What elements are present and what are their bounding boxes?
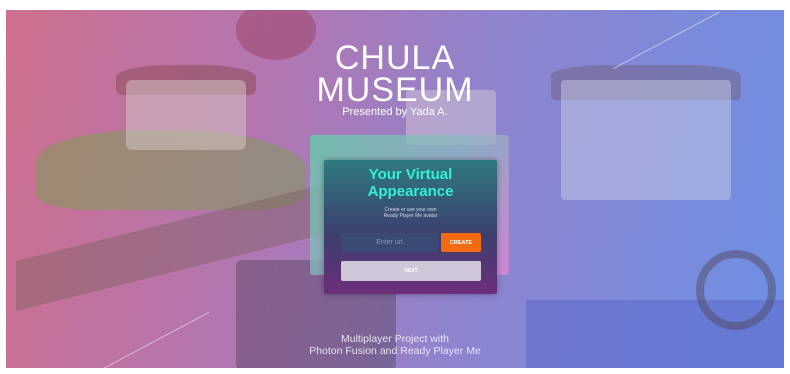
title-line-1: CHULA — [334, 39, 456, 77]
dialog-description-line-2: Ready Player Me avatar — [383, 213, 438, 219]
next-button[interactable]: NEXT — [341, 261, 481, 281]
avatar-dialog: Your Virtual Appearance Create or use yo… — [324, 160, 497, 294]
create-button[interactable]: CREATE — [441, 233, 481, 252]
water-wheel — [696, 250, 776, 330]
app-title: CHULA MUSEUM Presented by Yada A. — [6, 39, 784, 118]
dialog-heading: Your Virtual Appearance — [324, 166, 497, 200]
footer-line-1: Multiplayer Project with — [341, 333, 449, 345]
footer-line-2: Photon Fusion and Ready Player Me — [309, 345, 481, 357]
title-line-2: MUSEUM — [316, 71, 474, 109]
avatar-url-input[interactable] — [341, 233, 438, 252]
title-subtitle: Presented by Yada A. — [342, 106, 448, 118]
game-scene-background: CHULA MUSEUM Presented by Yada A. Your V… — [6, 10, 784, 368]
dialog-heading-line-2: Appearance — [367, 183, 454, 200]
footer-credits: Multiplayer Project with Photon Fusion a… — [6, 333, 784, 357]
dialog-heading-line-1: Your Virtual — [368, 166, 453, 183]
dialog-description: Create or use your own Ready Player Me a… — [324, 207, 497, 219]
